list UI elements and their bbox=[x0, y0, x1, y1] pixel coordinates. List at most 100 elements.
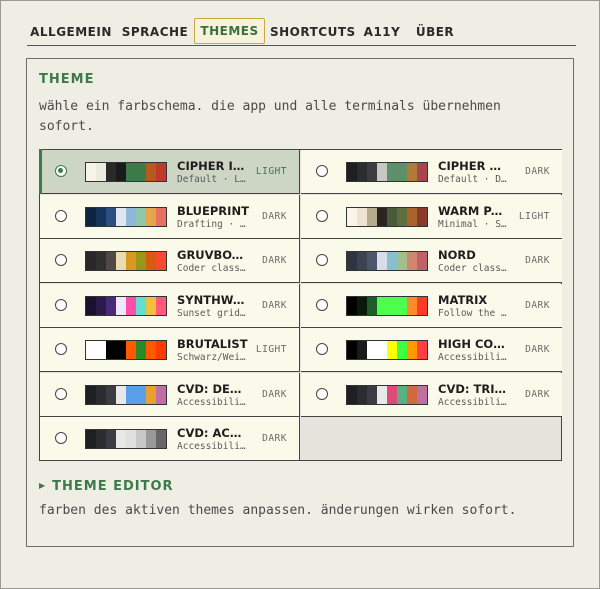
color-swatch bbox=[347, 207, 357, 226]
color-swatch bbox=[377, 296, 387, 315]
theme-option[interactable]: CIPHER DARKDefault · Dark DARK bbox=[301, 150, 562, 194]
theme-option[interactable]: CVD: ACHROMATOPSIAAccessibility · CVD DAR… bbox=[40, 417, 300, 461]
theme-swatch-strip bbox=[85, 340, 167, 360]
theme-swatch-strip bbox=[85, 251, 167, 271]
color-swatch bbox=[116, 163, 126, 181]
theme-name: HIGH CONTRAST bbox=[438, 337, 510, 351]
theme-subtitle: Default · Dark bbox=[438, 174, 510, 185]
radio-icon[interactable] bbox=[316, 298, 328, 311]
theme-subtitle: Default · Light bbox=[177, 174, 249, 185]
radio-icon[interactable] bbox=[55, 387, 67, 400]
theme-mode-badge: LIGHT bbox=[518, 210, 550, 222]
radio-icon[interactable] bbox=[55, 254, 67, 266]
color-swatch bbox=[126, 341, 136, 359]
theme-subtitle: Accessibility · CVD bbox=[438, 396, 510, 408]
color-swatch bbox=[136, 296, 146, 315]
theme-name: WARM PAPER bbox=[438, 203, 510, 218]
color-swatch bbox=[86, 296, 96, 315]
radio-icon[interactable] bbox=[316, 254, 328, 266]
color-swatch bbox=[357, 385, 367, 404]
color-swatch bbox=[407, 207, 417, 226]
theme-option[interactable]: BLUEPRINTDrafting · Dark DARK bbox=[40, 194, 300, 239]
color-swatch bbox=[407, 252, 417, 270]
color-swatch bbox=[357, 163, 367, 181]
color-swatch bbox=[417, 296, 427, 315]
color-swatch bbox=[116, 207, 126, 226]
radio-selected-icon[interactable] bbox=[55, 165, 67, 177]
theme-section-title: THEME bbox=[39, 72, 95, 87]
radio-icon[interactable] bbox=[55, 298, 67, 311]
color-swatch bbox=[156, 252, 166, 270]
color-swatch bbox=[397, 296, 407, 315]
theme-subtitle: Schwarz/Weiß · Orange bbox=[177, 352, 249, 363]
color-swatch bbox=[106, 341, 116, 359]
theme-mode-badge: DARK bbox=[262, 255, 287, 266]
theme-swatch-strip bbox=[346, 295, 428, 316]
tab-sprache[interactable]: SPRACHE bbox=[121, 19, 189, 45]
theme-option[interactable]: HIGH CONTRASTAccessibility · High DARK bbox=[301, 328, 562, 372]
theme-option[interactable]: CVD: TRITANOPIAAccessibility · CVD DARK bbox=[301, 372, 562, 417]
color-swatch bbox=[156, 385, 166, 404]
tab-shortcuts[interactable]: SHORTCUTS bbox=[270, 19, 355, 45]
color-swatch bbox=[367, 252, 377, 270]
theme-option[interactable]: WARM PAPERMinimal · Sepia LIGHT bbox=[301, 194, 562, 239]
theme-option[interactable]: SYNTHWAVESunset grid · Neon DARK bbox=[40, 283, 300, 328]
triangle-right-icon: ▶ bbox=[39, 481, 47, 490]
theme-editor-description: farben des aktiven themes anpassen. ände… bbox=[39, 503, 517, 518]
theme-editor-toggle[interactable]: ▶ THEME EDITOR bbox=[39, 479, 174, 494]
color-swatch bbox=[357, 341, 367, 359]
color-swatch bbox=[407, 296, 417, 315]
color-swatch bbox=[417, 163, 427, 181]
radio-icon[interactable] bbox=[316, 209, 328, 222]
theme-option[interactable]: MATRIXFollow the white rabbit DARK bbox=[301, 283, 562, 328]
color-swatch bbox=[106, 163, 116, 181]
color-swatch bbox=[126, 207, 136, 226]
color-swatch bbox=[156, 430, 166, 448]
theme-section-description: wähle ein farbschema. die app und alle t… bbox=[39, 99, 501, 134]
color-swatch bbox=[387, 163, 397, 181]
color-swatch bbox=[347, 341, 357, 359]
theme-name: CIPHER DARK bbox=[438, 159, 510, 173]
radio-icon[interactable] bbox=[55, 343, 67, 355]
theme-option[interactable]: CIPHER IVORYDefault · Light LIGHT bbox=[39, 149, 300, 194]
color-swatch bbox=[86, 341, 96, 359]
radio-icon[interactable] bbox=[316, 387, 328, 400]
color-swatch bbox=[96, 385, 106, 404]
tab-allgemein[interactable]: ALLGEMEIN bbox=[27, 19, 115, 45]
theme-option[interactable]: CVD: DEUTERANOPIAAccessibility · CVD DARK bbox=[40, 372, 300, 417]
theme-option[interactable]: NORD Coder classic DARK bbox=[301, 239, 562, 283]
color-swatch bbox=[96, 252, 106, 270]
color-swatch bbox=[156, 341, 166, 359]
tab-ueber[interactable]: ÜBER bbox=[413, 19, 457, 45]
theme-mode-badge: DARK bbox=[262, 299, 287, 311]
color-swatch bbox=[126, 385, 136, 404]
color-swatch bbox=[146, 252, 156, 270]
color-swatch bbox=[96, 341, 106, 359]
color-swatch bbox=[357, 296, 367, 315]
color-swatch bbox=[86, 207, 96, 226]
radio-icon[interactable] bbox=[55, 209, 67, 222]
theme-swatch-strip bbox=[85, 384, 167, 405]
theme-subtitle: Sunset grid · Neon bbox=[177, 307, 249, 319]
theme-option[interactable]: BRUTALISTSchwarz/Weiß · Orange LIGHT bbox=[40, 328, 300, 372]
color-swatch bbox=[397, 385, 407, 404]
color-swatch bbox=[357, 207, 367, 226]
theme-name: SYNTHWAVE bbox=[177, 292, 249, 307]
color-swatch bbox=[126, 163, 136, 181]
color-swatch bbox=[417, 385, 427, 404]
tab-a11y[interactable]: A11Y bbox=[363, 19, 401, 45]
theme-option[interactable]: GRUVBOX DARKCoder classic DARK bbox=[40, 239, 300, 283]
color-swatch bbox=[156, 163, 166, 181]
radio-icon[interactable] bbox=[316, 343, 328, 355]
color-swatch bbox=[387, 341, 397, 359]
theme-mode-badge: DARK bbox=[525, 344, 550, 355]
color-swatch bbox=[146, 430, 156, 448]
color-swatch bbox=[387, 296, 397, 315]
color-swatch bbox=[387, 207, 397, 226]
theme-subtitle: Coder classic bbox=[177, 263, 249, 274]
color-swatch bbox=[136, 385, 146, 404]
tab-themes[interactable]: THEMES bbox=[194, 18, 265, 44]
radio-icon[interactable] bbox=[55, 432, 67, 444]
radio-icon[interactable] bbox=[316, 165, 328, 177]
color-swatch bbox=[367, 341, 377, 359]
